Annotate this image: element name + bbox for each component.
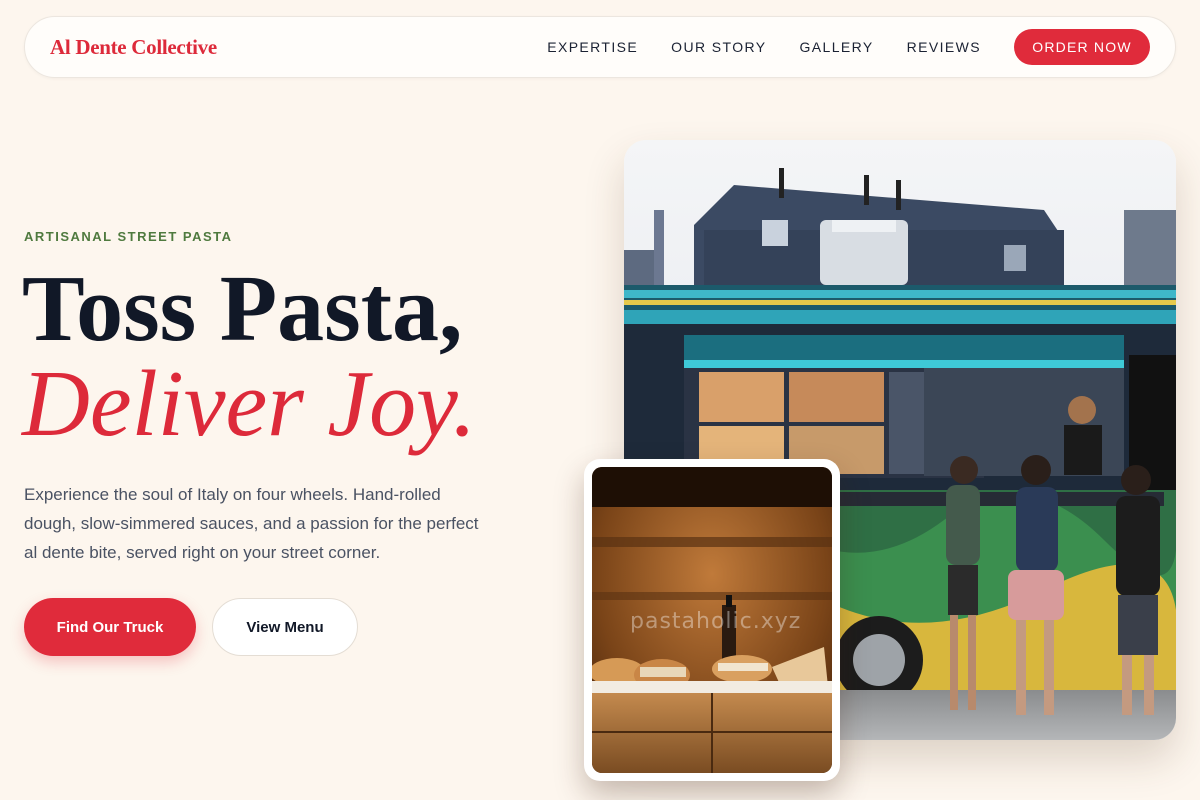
nav-link-gallery[interactable]: GALLERY (799, 39, 873, 55)
hero-eyebrow: ARTISANAL STREET PASTA (24, 229, 233, 244)
top-navigation: Al Dente Collective EXPERTISE OUR STORY … (24, 16, 1176, 78)
nav-link-reviews[interactable]: REVIEWS (907, 39, 981, 55)
brand-logo[interactable]: Al Dente Collective (50, 35, 217, 60)
hero-title-line-1: Toss Pasta, (22, 257, 463, 361)
order-now-button[interactable]: ORDER NOW (1014, 29, 1150, 65)
hero-description: Experience the soul of Italy on four whe… (24, 485, 479, 562)
nav-link-expertise[interactable]: EXPERTISE (547, 39, 638, 55)
nav-link-our-story[interactable]: OUR STORY (671, 39, 766, 55)
nav-links: EXPERTISE OUR STORY GALLERY REVIEWS ORDE… (514, 29, 1150, 65)
food-photo-card: pastaholic.xyz (584, 459, 840, 781)
hero-title-line-2: Deliver Joy. (22, 352, 477, 456)
image-watermark: pastaholic.xyz (630, 609, 802, 634)
sandwich-photo: pastaholic.xyz (592, 467, 832, 773)
view-menu-button[interactable]: View Menu (212, 598, 358, 656)
find-truck-button[interactable]: Find Our Truck (24, 598, 196, 656)
